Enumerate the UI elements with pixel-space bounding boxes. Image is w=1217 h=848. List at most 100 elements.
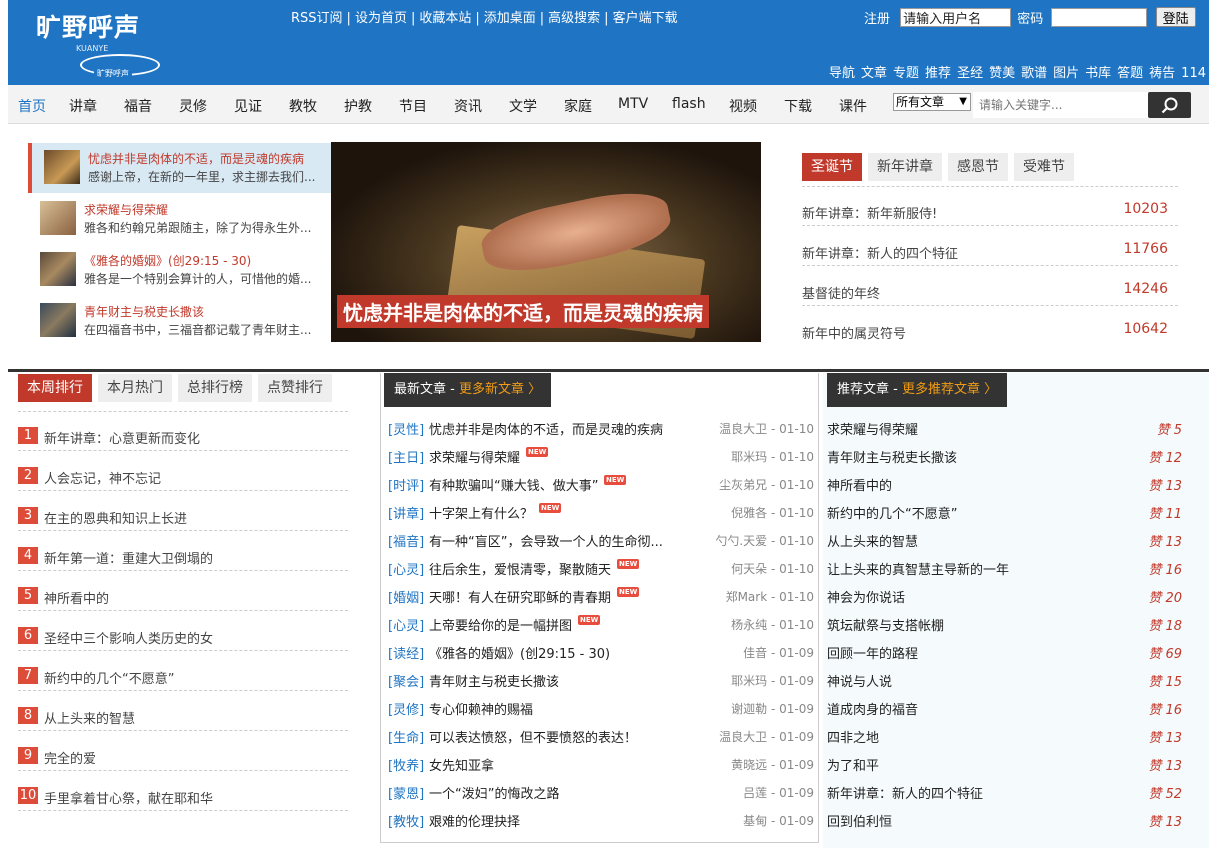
article-category[interactable]: [灵修] [388,699,424,718]
recommended-article-title[interactable]: 回顾一年的路程 [827,643,918,662]
ranking-row[interactable]: 9 完全的爱 [18,731,348,771]
tab-weekly[interactable]: 本周排行 [18,374,92,402]
article-category[interactable]: [教牧] [388,811,424,830]
recommended-article-title[interactable]: 筑坛献祭与支搭帐棚 [827,615,944,634]
tab-new-year-sermons[interactable]: 新年讲章 [868,153,942,181]
article-title[interactable]: 天哪！有人在研究耶稣的青春期 [429,587,611,606]
latest-row[interactable]: [生命] 可以表达愤怒，但不要愤怒的表达！ 温良大卫 - 01-09 [388,721,818,749]
hero-list-item[interactable]: 青年财主与税吏长撒该 在四福音书中，三福音都记载了青年财主... [28,296,332,346]
sub-nav-114[interactable]: 114 [1181,66,1206,81]
article-category[interactable]: [灵性] [388,419,424,438]
sub-nav-praise[interactable]: 赞美 [989,66,1015,81]
festival-row[interactable]: 新年中的属灵符号 10642 [802,306,1178,346]
more-recommended-link[interactable]: 更多推荐文章 〉 [902,382,997,397]
top-link-desktop[interactable]: 添加桌面 [484,7,536,26]
latest-row[interactable]: [教牧] 艰难的伦理抉择 基甸 - 01-09 [388,805,818,833]
ranking-row[interactable]: 4 新年第一道：重建大卫倒塌的 [18,531,348,571]
recommended-article-title[interactable]: 四非之地 [827,727,879,746]
recommended-row[interactable]: 神会为你说话 赞 20 [827,581,1182,609]
nav-item-apologetics[interactable]: 护教 [344,96,372,116]
recommended-row[interactable]: 神说与人说 赞 15 [827,665,1182,693]
search-button[interactable] [1148,92,1191,118]
article-title[interactable]: 一个“泼妇”的悔改之路 [429,783,559,802]
register-link[interactable]: 注册 [864,8,890,27]
latest-row[interactable]: [时评] 有种欺骗叫“赚大钱、做大事” 尘灰弟兄 - 01-10 NEW [388,469,818,497]
ranking-row[interactable]: 7 新约中的几个“不愿意” [18,651,348,691]
article-title[interactable]: 有一种“盲区”，会导致一个人的生命彻... [429,531,663,550]
top-link-homepage[interactable]: 设为首页 [355,7,407,26]
recommended-row[interactable]: 筑坛献祭与支搭帐棚 赞 18 [827,609,1182,637]
article-category[interactable]: [心灵] [388,615,424,634]
password-input[interactable] [1051,7,1148,27]
top-link-advanced-search[interactable]: 高级搜索 [548,7,600,26]
recommended-row[interactable]: 从上头来的智慧 赞 13 [827,525,1182,553]
sub-nav-guide[interactable]: 导航 [829,66,855,81]
nav-item-home[interactable]: 首页 [18,96,46,116]
ranking-row[interactable]: 1 新年讲章：心意更新而变化 [18,411,348,451]
recommended-row[interactable]: 青年财主与税吏长撒该 赞 12 [827,441,1182,469]
recommended-article-title[interactable]: 神说与人说 [827,671,892,690]
sub-nav-prayer[interactable]: 祷告 [1149,66,1175,81]
article-category[interactable]: [蒙恩] [388,783,424,802]
recommended-article-title[interactable]: 从上头来的智慧 [827,531,918,550]
article-title[interactable]: 上帝要给你的是一幅拼图 [429,615,572,634]
nav-item-family[interactable]: 家庭 [564,96,592,116]
nav-item-mtv[interactable]: MTV [618,96,648,112]
nav-item-programs[interactable]: 节目 [399,96,427,116]
ranking-row[interactable]: 3 在主的恩典和知识上长进 [18,491,348,531]
top-link-client-download[interactable]: 客户端下载 [613,7,678,26]
article-category[interactable]: [主日] [388,447,424,466]
recommended-article-title[interactable]: 回到伯利恒 [827,811,892,830]
festival-row[interactable]: 基督徒的年终 14246 [802,266,1178,306]
sub-nav-pictures[interactable]: 图片 [1053,66,1079,81]
sub-nav-topics[interactable]: 专题 [893,66,919,81]
article-title[interactable]: 艰难的伦理抉择 [429,811,520,830]
recommended-row[interactable]: 求荣耀与得荣耀 赞 5 [827,413,1182,441]
article-title[interactable]: 青年财主与税吏长撒该 [429,671,559,690]
article-category[interactable]: [时评] [388,475,424,494]
recommended-article-title[interactable]: 求荣耀与得荣耀 [827,419,918,438]
tab-monthly[interactable]: 本月热门 [98,374,172,402]
article-category[interactable]: [心灵] [388,559,424,578]
recommended-row[interactable]: 回到伯利恒 赞 13 [827,805,1182,833]
username-input[interactable] [900,7,1012,27]
login-button[interactable]: 登陆 [1155,7,1196,27]
hero-image[interactable]: 忧虑并非是肉体的不适，而是灵魂的疾病 [331,142,761,342]
search-input[interactable] [973,92,1148,118]
nav-item-sermons[interactable]: 讲章 [69,96,97,116]
article-category[interactable]: [讲章] [388,503,424,522]
recommended-article-title[interactable]: 新约中的几个“不愿意” [827,503,957,522]
tab-thanksgiving[interactable]: 感恩节 [948,153,1008,181]
top-link-favorite[interactable]: 收藏本站 [419,7,471,26]
article-title[interactable]: 十字架上有什么？ [429,503,533,522]
recommended-article-title[interactable]: 神会为你说话 [827,587,905,606]
nav-item-literature[interactable]: 文学 [509,96,537,116]
nav-item-download[interactable]: 下载 [784,96,812,116]
article-title[interactable]: 女先知亚拿 [429,755,494,774]
nav-item-pastoral[interactable]: 教牧 [289,96,317,116]
site-logo[interactable]: 旷野呼声 KUANYE 旷野呼声 [36,8,166,79]
recommended-article-title[interactable]: 新年讲章：新人的四个特征 [827,783,983,802]
nav-item-testimony[interactable]: 见证 [234,96,262,116]
article-category[interactable]: [婚姻] [388,587,424,606]
tab-good-friday[interactable]: 受难节 [1014,153,1074,181]
tab-likes[interactable]: 点赞排行 [258,374,332,402]
ranking-row[interactable]: 5 神所看中的 [18,571,348,611]
recommended-row[interactable]: 为了和平 赞 13 [827,749,1182,777]
latest-row[interactable]: [主日] 求荣耀与得荣耀 耶米玛 - 01-10 NEW [388,441,818,469]
article-category[interactable]: [聚会] [388,671,424,690]
article-title[interactable]: 可以表达愤怒，但不要愤怒的表达！ [429,727,637,746]
sub-nav-recommend[interactable]: 推荐 [925,66,951,81]
article-title[interactable]: 往后余生，爱恨清零，聚散随天 [429,559,611,578]
nav-item-devotion[interactable]: 灵修 [179,96,207,116]
category-select[interactable]: 所有文章 ▼ [893,93,971,111]
recommended-row[interactable]: 让上头来的真智慧主导新的一年 赞 16 [827,553,1182,581]
sub-nav-scores[interactable]: 歌谱 [1021,66,1047,81]
recommended-article-title[interactable]: 让上头来的真智慧主导新的一年 [827,559,1009,578]
ranking-row[interactable]: 8 从上头来的智慧 [18,691,348,731]
article-category[interactable]: [生命] [388,727,424,746]
ranking-row[interactable]: 2 人会忘记，神不忘记 [18,451,348,491]
festival-row[interactable]: 新年讲章：新年新服侍! 10203 [802,186,1178,226]
latest-row[interactable]: [婚姻] 天哪！有人在研究耶稣的青春期 郑Mark - 01-10 NEW [388,581,818,609]
recommended-row[interactable]: 新年讲章：新人的四个特征 赞 52 [827,777,1182,805]
